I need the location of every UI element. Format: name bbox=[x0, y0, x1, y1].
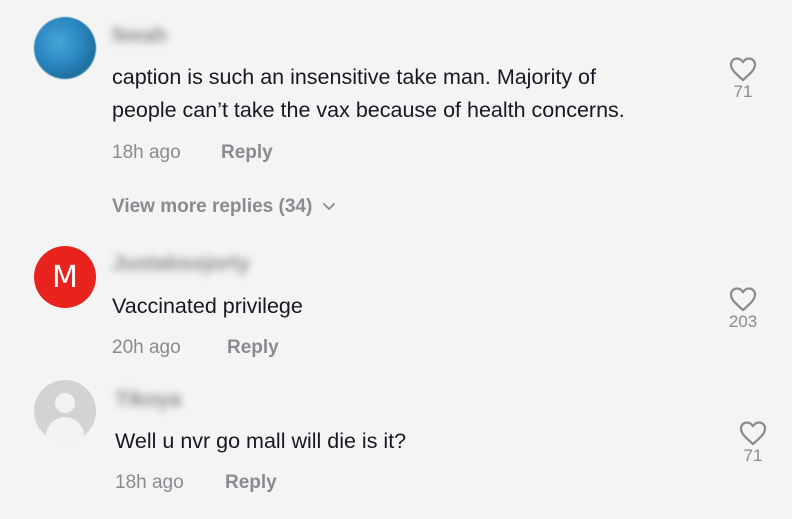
comment-text-line: Vaccinated privilege bbox=[112, 294, 303, 318]
default-avatar-head bbox=[55, 393, 75, 413]
like-count: 71 bbox=[733, 82, 753, 101]
comment-username[interactable]: Justabsojorty bbox=[112, 252, 250, 276]
comment-username[interactable]: feeah bbox=[112, 24, 167, 48]
reply-button[interactable]: Reply bbox=[227, 337, 279, 359]
default-avatar-body bbox=[46, 417, 84, 442]
view-more-replies-button[interactable]: View more replies (34) bbox=[112, 196, 336, 218]
like-count: 71 bbox=[743, 446, 763, 465]
comment-text-line: Well u nvr go mall will die is it? bbox=[115, 429, 407, 453]
reply-button[interactable]: Reply bbox=[221, 142, 273, 164]
chevron-down-icon bbox=[323, 203, 336, 210]
commenter-avatar[interactable]: M bbox=[34, 246, 96, 308]
comment-timestamp: 18h ago bbox=[112, 142, 181, 163]
heart-outline-icon bbox=[739, 421, 767, 446]
comment-timestamp: 18h ago bbox=[115, 472, 184, 493]
reply-button[interactable]: Reply bbox=[225, 472, 277, 494]
view-more-label: View more replies (34) bbox=[112, 196, 313, 217]
heart-outline-icon bbox=[729, 57, 757, 82]
like-button[interactable]: 203 bbox=[718, 286, 768, 332]
comment-timestamp: 20h ago bbox=[112, 337, 181, 358]
comment-username[interactable]: Tikoya bbox=[115, 388, 181, 412]
like-button[interactable]: 71 bbox=[718, 56, 768, 102]
like-count: 203 bbox=[728, 312, 758, 331]
heart-outline-icon bbox=[729, 287, 757, 312]
commenter-avatar[interactable] bbox=[34, 380, 96, 442]
commenter-avatar[interactable] bbox=[34, 17, 96, 79]
comment-text-line: people can’t take the vax because of hea… bbox=[112, 98, 625, 122]
like-button[interactable]: 71 bbox=[728, 420, 778, 466]
comment-text-line: caption is such an insensitive take man.… bbox=[112, 65, 596, 89]
